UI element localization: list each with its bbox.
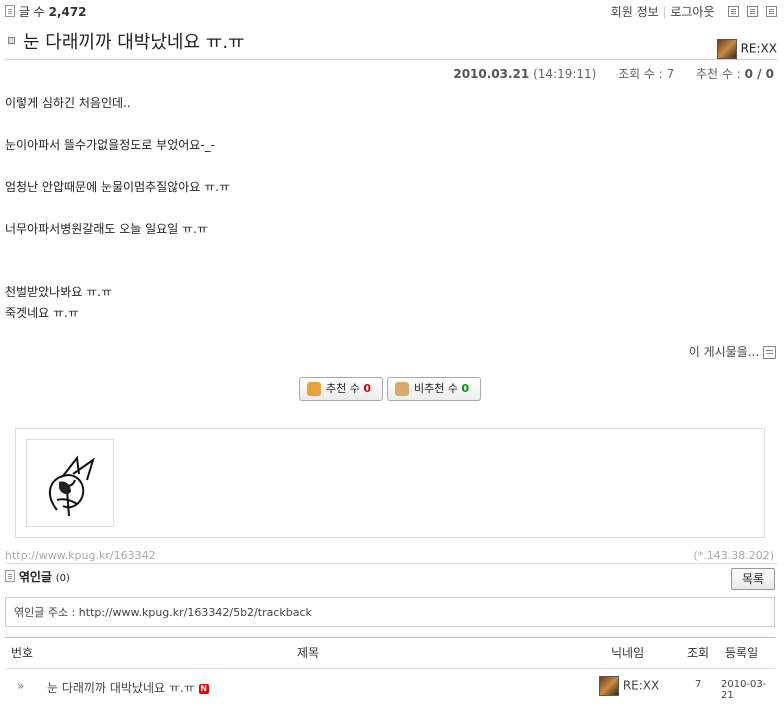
this-post-menu[interactable]: 이 게시물을... (689, 343, 776, 360)
content-line: 너무아파서병원갈래도 오늘 일요일 ㅠ.ㅠ (5, 222, 208, 236)
divider (5, 59, 777, 60)
trackback-count: (0) (55, 573, 70, 584)
row-title-text[interactable]: 눈 다래끼까 대박났네요 ㅠ.ㅠ (47, 681, 195, 695)
views-value: 7 (666, 67, 675, 81)
content-line (5, 114, 230, 135)
post-content: 이렇게 심하긴 처음인데.. 눈이아파서 뜰수가없을정도로 부었어요-_- 엄청… (5, 93, 230, 324)
content-line (5, 156, 230, 177)
column-header-title: 제목 (297, 646, 320, 660)
user-links: 회원 정보 | 로그아웃 (611, 3, 777, 20)
title-bullet-icon (8, 37, 15, 44)
list-view-icon[interactable] (728, 5, 740, 17)
table-row[interactable]: » 눈 다래끼까 대박났네요 ㅠ.ㅠ N RE:XX 7 2010-03-21 (5, 670, 775, 704)
new-badge: N (198, 683, 209, 694)
table-header-divider (5, 668, 775, 669)
ip-address: (*.143.38.202) (693, 549, 774, 562)
this-post-label[interactable]: 이 게시물을... (689, 345, 759, 359)
content-line (5, 261, 230, 282)
current-post-arrow-icon: » (17, 679, 25, 693)
not-recommend-label: 비추천 수 (414, 382, 458, 395)
menu-icon[interactable] (763, 346, 776, 359)
post-meta: 2010.03.21 (14:19:11) 조회 수 : 7 추천 수 : 0 … (453, 65, 774, 82)
row-date: 2010-03-21 (721, 679, 767, 701)
votes-value: 0 / 0 (744, 67, 774, 81)
views-label: 조회 수 : (618, 67, 663, 81)
column-header-number: 번호 (11, 646, 34, 660)
trackback-address: 엮인글 주소 : http://www.kpug.kr/163342/5b2/t… (5, 597, 775, 627)
table-header: 번호 제목 닉네임 조회 등록일 (5, 638, 775, 668)
top-bar: 글 수 2,472 회원 정보 | 로그아웃 (5, 3, 777, 20)
post-count-label: 글 수 (18, 5, 45, 19)
content-line: 천벌받았나봐요 ㅠ.ㅠ (5, 285, 112, 299)
divider (5, 563, 777, 564)
content-line: 이렇게 심하긴 처음인데.. (5, 96, 131, 110)
signature-box (15, 428, 765, 538)
author[interactable]: RE:XX (716, 39, 777, 59)
list-button[interactable]: 목록 (731, 568, 775, 590)
thumbs-down-icon (395, 382, 409, 396)
signature-image (26, 439, 114, 527)
content-line (5, 240, 230, 261)
post-date: 2010.03.21 (453, 67, 530, 81)
column-header-views: 조회 (687, 646, 710, 660)
permalink[interactable]: http://www.kpug.kr/163342 (5, 549, 156, 562)
row-nickname-text[interactable]: RE:XX (623, 679, 659, 693)
document-icon (5, 570, 15, 582)
content-line: 눈이아파서 뜰수가없을정도로 부었어요-_- (5, 138, 215, 152)
post-title: 눈 다래끼까 대박났네요 ㅠ.ㅠ (23, 32, 245, 53)
view-mode-icons (724, 5, 777, 20)
signature-drawing (48, 455, 95, 517)
recommend-count: 0 (363, 382, 372, 395)
author-name[interactable]: RE:XX (741, 42, 777, 56)
row-title[interactable]: 눈 다래끼까 대박났네요 ㅠ.ㅠ N (47, 679, 209, 696)
row-nickname[interactable]: RE:XX (599, 676, 659, 696)
not-recommend-button[interactable]: 비추천 수 0 (387, 377, 481, 401)
avatar (716, 39, 737, 59)
votes-label: 추천 수 : (695, 67, 741, 81)
post-count: 글 수 2,472 (5, 3, 87, 20)
avatar (599, 676, 619, 696)
trackback-title: 엮인글 (18, 570, 52, 584)
content-line: 엄청난 안압때문에 눈물이멈추질않아요 ㅠ.ㅠ (5, 180, 231, 194)
thumbs-up-icon (307, 382, 321, 396)
column-header-date: 등록일 (725, 646, 759, 660)
content-line (5, 198, 230, 219)
column-header-nickname: 닉네임 (611, 646, 645, 660)
webzine-view-icon[interactable] (747, 5, 759, 17)
not-recommend-count: 0 (461, 382, 470, 395)
gallery-view-icon[interactable] (766, 5, 777, 17)
recommend-button[interactable]: 추천 수 0 (299, 377, 383, 401)
trackback-header: 엮인글 (0) (5, 568, 70, 585)
title-row: 눈 다래끼까 대박났네요 ㅠ.ㅠ RE:XX (5, 26, 777, 59)
member-info-link[interactable]: 회원 정보 (611, 5, 659, 19)
content-line: 죽겟네요 ㅠ.ㅠ (5, 306, 79, 320)
logout-link[interactable]: 로그아웃 (670, 5, 714, 19)
post-time: (14:19:11) (533, 67, 597, 81)
document-icon (5, 5, 15, 17)
row-views: 7 (695, 679, 702, 690)
recommend-label: 추천 수 (326, 382, 360, 395)
post-count-value: 2,472 (48, 5, 87, 19)
